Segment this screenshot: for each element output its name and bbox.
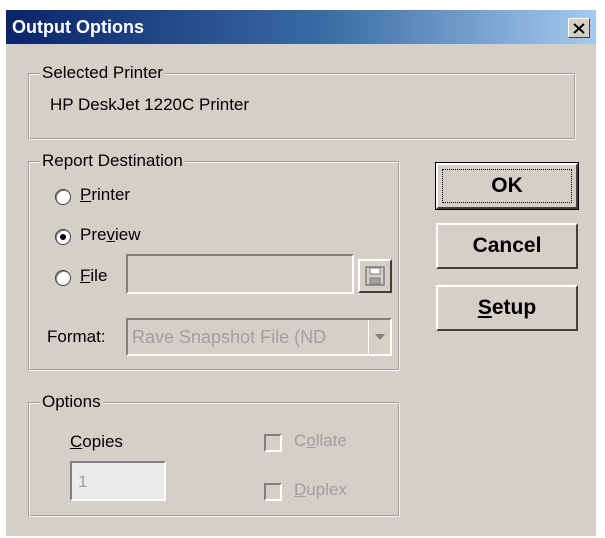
options-group-label: Options xyxy=(40,392,103,412)
save-file-button[interactable] xyxy=(358,259,392,293)
report-destination-group: Report Destination Printer Preview File … xyxy=(28,151,400,371)
format-select[interactable]: Rave Snapshot File (ND xyxy=(126,318,392,356)
close-icon xyxy=(573,22,585,34)
report-destination-group-label: Report Destination xyxy=(40,151,185,171)
duplex-label[interactable]: Duplex xyxy=(294,480,347,500)
copies-label: Copies xyxy=(70,432,123,451)
output-options-dialog: Output Options Selected Printer HP DeskJ… xyxy=(6,10,596,536)
printer-radio-label[interactable]: Printer xyxy=(80,185,130,205)
copies-input[interactable]: 1 xyxy=(70,461,166,501)
ok-button[interactable]: OK xyxy=(435,162,579,210)
file-radio[interactable] xyxy=(55,270,71,286)
cancel-button[interactable]: Cancel xyxy=(436,223,578,269)
title-bar[interactable]: Output Options xyxy=(6,10,596,44)
duplex-checkbox[interactable] xyxy=(264,483,282,501)
printer-name: HP DeskJet 1220C Printer xyxy=(50,95,250,114)
close-button[interactable] xyxy=(568,18,590,38)
format-select-value: Rave Snapshot File (ND xyxy=(132,327,327,347)
file-radio-label[interactable]: File xyxy=(80,266,107,286)
file-path-input[interactable] xyxy=(126,254,354,294)
floppy-disk-icon xyxy=(365,266,385,286)
preview-radio-label[interactable]: Preview xyxy=(80,225,140,245)
printer-radio[interactable] xyxy=(55,189,71,205)
format-dropdown-button[interactable] xyxy=(368,320,390,354)
options-group: Options Copies 1 Collate Duplex xyxy=(28,392,400,517)
selected-printer-group: Selected Printer HP DeskJet 1220C Printe… xyxy=(28,63,576,140)
preview-radio[interactable] xyxy=(55,229,71,245)
setup-button[interactable]: Setup xyxy=(436,285,578,331)
selected-printer-group-label: Selected Printer xyxy=(40,63,165,83)
collate-label[interactable]: Collate xyxy=(294,431,347,451)
format-label: Format: xyxy=(47,327,106,346)
window-title: Output Options xyxy=(12,17,144,37)
radio-selected-dot xyxy=(60,234,66,240)
chevron-down-icon xyxy=(374,334,385,340)
collate-checkbox[interactable] xyxy=(264,434,282,452)
